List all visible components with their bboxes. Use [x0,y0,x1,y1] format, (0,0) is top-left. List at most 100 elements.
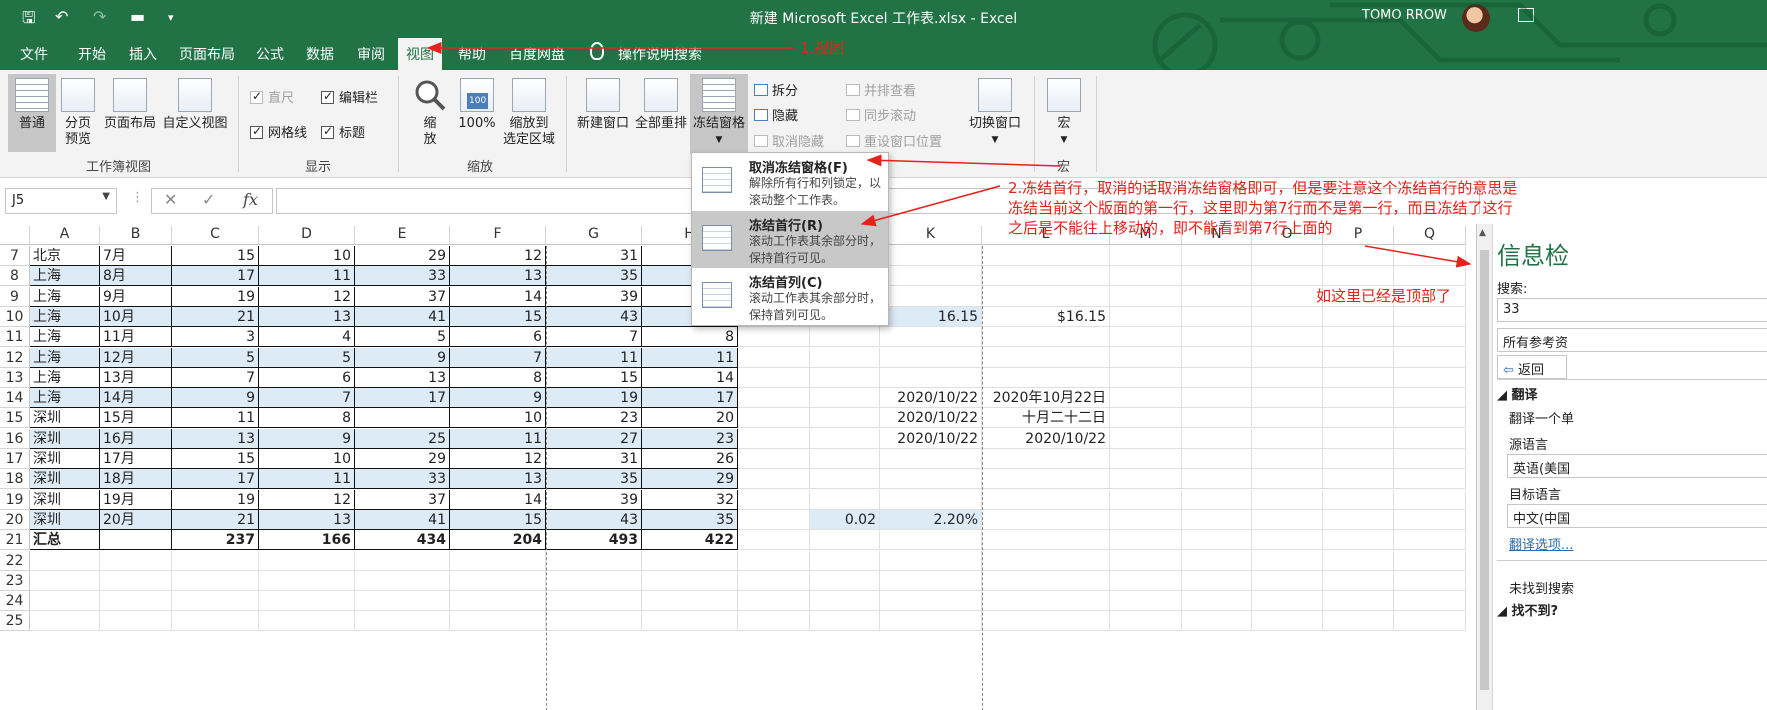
table-cell[interactable]: 12月 [100,347,172,368]
table-cell[interactable]: 8 [642,327,738,348]
empty-cell[interactable] [1252,246,1323,266]
empty-cell[interactable] [880,489,982,510]
tab-insert[interactable]: 插入 [129,44,157,64]
row-header[interactable]: 9 [0,286,30,307]
empty-cell[interactable] [880,469,982,490]
empty-cell[interactable] [1182,388,1252,409]
empty-cell[interactable] [1110,327,1182,348]
zoom-to-selection-button[interactable]: 缩放到 选定区域 [501,78,557,148]
table-cell[interactable]: 39 [546,489,642,510]
empty-cell[interactable] [982,509,1110,530]
empty-cell[interactable] [1252,449,1323,469]
empty-cell[interactable] [450,570,546,591]
empty-cell[interactable] [450,591,546,612]
table-cell[interactable]: 17 [172,469,259,490]
table-cell[interactable]: 7月 [100,246,172,266]
empty-cell[interactable] [1323,327,1394,348]
row-header[interactable]: 10 [0,306,30,327]
empty-cell[interactable] [880,347,982,368]
empty-cell[interactable] [738,570,810,591]
table-cell[interactable]: 19 [172,489,259,510]
table-cell[interactable]: 21 [172,306,259,327]
empty-cell[interactable] [1252,591,1323,612]
empty-cell[interactable] [982,246,1110,266]
table-cell[interactable]: 13月 [100,367,172,388]
table-cell[interactable]: 31 [546,449,642,469]
empty-cell[interactable] [1394,489,1466,510]
empty-cell[interactable] [1323,570,1394,591]
empty-cell[interactable] [1110,570,1182,591]
table-cell[interactable]: 10月 [100,306,172,327]
empty-cell[interactable] [1394,347,1466,368]
empty-cell[interactable] [1182,489,1252,510]
empty-cell[interactable] [1110,591,1182,612]
empty-cell[interactable] [1110,408,1182,429]
empty-cell[interactable] [1394,591,1466,612]
table-cell[interactable]: 19月 [100,489,172,510]
table-cell[interactable]: 166 [259,530,355,551]
empty-cell[interactable] [355,570,450,591]
table-cell[interactable]: 20 [642,408,738,429]
empty-cell[interactable] [1323,469,1394,490]
table-cell[interactable]: 11 [450,428,546,449]
table-cell[interactable]: 21 [172,509,259,530]
table-cell[interactable]: 14 [642,367,738,388]
tab-view[interactable]: 视图 [398,38,442,70]
empty-cell[interactable] [810,611,880,632]
row-header[interactable]: 14 [0,388,30,409]
table-cell[interactable]: 43 [546,306,642,327]
table-cell[interactable]: 32 [642,489,738,510]
empty-cell[interactable] [880,286,982,307]
table-cell[interactable]: 13 [259,509,355,530]
enter-icon[interactable]: ✓ [202,190,215,209]
empty-cell[interactable] [1252,266,1323,287]
empty-cell[interactable] [259,570,355,591]
zoom-100-button[interactable]: 100 100% [456,78,498,132]
table-cell[interactable]: 204 [450,530,546,551]
table-cell[interactable]: 16月 [100,428,172,449]
empty-cell[interactable] [1252,388,1323,409]
empty-cell[interactable] [1182,286,1252,307]
empty-cell[interactable] [738,509,810,530]
empty-cell[interactable] [1323,449,1394,469]
empty-cell[interactable] [880,530,982,551]
tab-home[interactable]: 开始 [78,44,106,64]
empty-cell[interactable] [1252,530,1323,551]
tab-file[interactable]: 文件 [20,44,48,64]
table-cell[interactable]: 汇总 [30,530,100,551]
empty-cell[interactable] [172,550,259,571]
row-header[interactable]: 7 [0,246,30,266]
table-cell[interactable]: 14月 [100,388,172,409]
table-cell[interactable]: 14 [450,286,546,307]
table-cell[interactable]: 深圳 [30,489,100,510]
formula-bar-checkbox[interactable]: 编辑栏 [321,87,378,106]
empty-cell[interactable] [1252,570,1323,591]
empty-cell[interactable] [546,591,642,612]
empty-cell[interactable] [1394,428,1466,449]
macros-button[interactable]: 宏 ▼ [1044,78,1084,148]
empty-cell[interactable] [1110,388,1182,409]
table-cell[interactable]: 11 [259,266,355,287]
empty-cell[interactable] [1182,367,1252,388]
table-cell[interactable]: 31 [546,246,642,266]
table-cell[interactable]: 上海 [30,286,100,307]
column-header[interactable]: G [546,226,642,245]
empty-cell[interactable] [1323,246,1394,266]
row-header[interactable]: 24 [0,591,30,612]
empty-cell[interactable] [982,367,1110,388]
table-cell[interactable]: 43 [546,509,642,530]
empty-cell[interactable] [880,367,982,388]
data-cell[interactable]: 十月二十二日 [982,408,1110,429]
table-cell[interactable]: 3 [172,327,259,348]
table-cell[interactable]: 20月 [100,509,172,530]
table-cell[interactable]: 29 [355,246,450,266]
empty-cell[interactable] [880,570,982,591]
empty-cell[interactable] [100,550,172,571]
empty-cell[interactable] [1394,367,1466,388]
vertical-scrollbar[interactable]: ▲ [1477,224,1493,710]
row-header[interactable]: 25 [0,611,30,632]
row-header[interactable]: 16 [0,428,30,449]
empty-cell[interactable] [738,347,810,368]
empty-cell[interactable] [546,550,642,571]
table-cell[interactable]: 15 [450,509,546,530]
